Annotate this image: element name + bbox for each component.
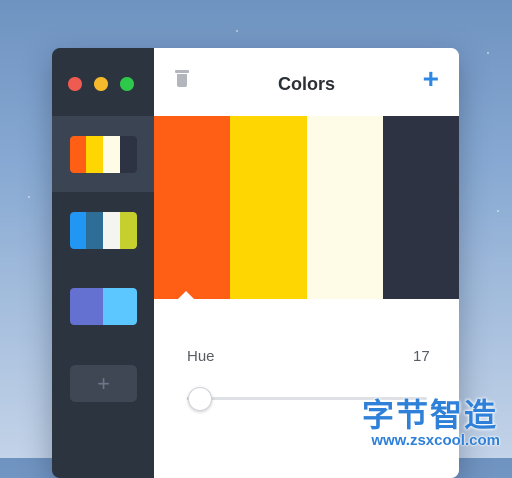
palette-item-1[interactable]	[52, 116, 154, 192]
palette-swatch	[119, 211, 137, 249]
color-swatch-3[interactable]	[306, 116, 383, 299]
watermark-title: 字节智造	[361, 397, 498, 433]
zoom-button[interactable]	[120, 77, 134, 91]
plus-icon[interactable]: +	[423, 65, 439, 93]
palette-swatch	[69, 287, 103, 325]
palette-swatch	[103, 135, 120, 173]
color-swatch-1[interactable]	[154, 116, 231, 299]
selected-swatch-pointer	[177, 291, 195, 300]
palette-thumbnail	[69, 135, 137, 173]
palette-swatch	[119, 135, 137, 173]
hue-value: 17	[413, 348, 430, 365]
hue-slider-knob[interactable]	[188, 387, 212, 411]
color-swatches	[154, 116, 459, 299]
palette-thumbnail	[69, 287, 137, 325]
palette-swatch	[103, 287, 137, 325]
palette-swatch	[69, 135, 87, 173]
window-controls	[68, 77, 134, 91]
window-title: Colors	[277, 74, 335, 94]
palette-swatch	[69, 211, 87, 249]
color-swatch-2[interactable]	[230, 116, 307, 299]
palette-thumbnail	[69, 211, 137, 249]
close-button[interactable]	[68, 77, 82, 91]
palette-swatch	[86, 135, 103, 173]
palette-item-3[interactable]	[52, 268, 154, 344]
palette-item-2[interactable]	[52, 192, 154, 268]
add-palette-button[interactable]: +	[70, 365, 137, 402]
minimize-button[interactable]	[94, 77, 108, 91]
color-swatch-4[interactable]	[382, 116, 459, 299]
palette-swatch	[103, 211, 120, 249]
watermark-url: www.zsxcool.com	[371, 432, 500, 449]
hue-label: Hue	[187, 348, 215, 365]
title-bar: Colors +	[154, 48, 459, 116]
sidebar: +	[52, 48, 154, 478]
palette-swatch	[86, 211, 103, 249]
